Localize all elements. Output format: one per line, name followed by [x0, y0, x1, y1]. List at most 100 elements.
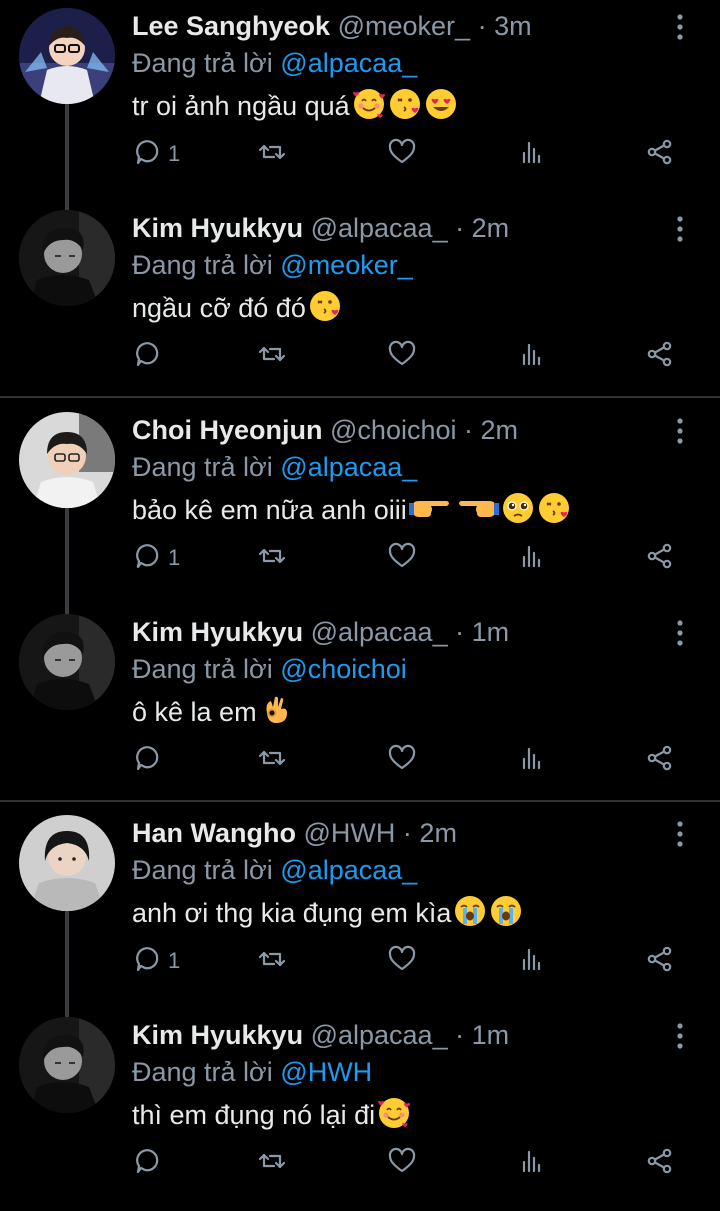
like-button[interactable] — [387, 134, 417, 174]
tweet[interactable]: Kim Hyukkyu @alpacaa_ · 1m Đang trả lời … — [0, 1009, 720, 1211]
reply-button[interactable] — [132, 740, 168, 780]
replying-to: Đang trả lời @alpacaa_ — [132, 450, 417, 484]
share-button[interactable] — [645, 538, 675, 578]
avatar[interactable] — [19, 210, 115, 306]
retweet-button[interactable] — [257, 1143, 287, 1183]
share-icon — [645, 541, 675, 576]
user-handle[interactable]: @meoker_ — [338, 11, 470, 41]
replying-to: Đang trả lời @alpacaa_ — [132, 853, 417, 887]
mention-link[interactable]: @alpacaa_ — [280, 452, 417, 482]
retweet-button[interactable] — [257, 336, 287, 376]
reply-button[interactable] — [132, 336, 168, 376]
display-name[interactable]: Choi Hyeonjun — [132, 415, 323, 445]
retweet-button[interactable] — [257, 740, 287, 780]
thread-connector-line — [65, 508, 69, 614]
kissing-heart-emoji — [535, 493, 571, 525]
share-button[interactable] — [645, 941, 675, 981]
like-button[interactable] — [387, 336, 417, 376]
analytics-button[interactable] — [517, 941, 547, 981]
avatar[interactable] — [19, 614, 115, 710]
analytics-button[interactable] — [517, 538, 547, 578]
display-name[interactable]: Lee Sanghyeok — [132, 11, 330, 41]
user-handle[interactable]: @alpacaa_ — [311, 213, 448, 243]
share-button[interactable] — [645, 1143, 675, 1183]
user-handle[interactable]: @choichoi — [330, 415, 456, 445]
more-options-icon[interactable] — [668, 618, 692, 648]
analytics-button[interactable] — [517, 134, 547, 174]
timestamp[interactable]: 1m — [472, 617, 510, 647]
reply-button[interactable]: 1 — [132, 134, 180, 174]
more-options-icon[interactable] — [668, 214, 692, 244]
timestamp[interactable]: 2m — [419, 818, 457, 848]
tweet-body: ô kê la em — [132, 697, 257, 727]
avatar[interactable] — [19, 1017, 115, 1113]
tweet[interactable]: Kim Hyukkyu @alpacaa_ · 2m Đang trả lời … — [0, 202, 720, 404]
timestamp[interactable]: 3m — [494, 11, 532, 41]
like-button[interactable] — [387, 538, 417, 578]
user-handle[interactable]: @alpacaa_ — [311, 1020, 448, 1050]
replying-to-label: Đang trả lời — [132, 1057, 273, 1087]
like-icon — [387, 137, 417, 172]
analytics-icon — [517, 944, 547, 979]
share-button[interactable] — [645, 134, 675, 174]
ok-hand-emoji — [257, 696, 293, 727]
mention-link[interactable]: @alpacaa_ — [280, 855, 417, 885]
analytics-icon — [517, 541, 547, 576]
retweet-icon — [257, 541, 287, 576]
more-options-icon[interactable] — [668, 819, 692, 849]
tweet[interactable]: Kim Hyukkyu @alpacaa_ · 1m Đang trả lời … — [0, 606, 720, 808]
retweet-button[interactable] — [257, 941, 287, 981]
avatar[interactable] — [19, 412, 115, 508]
replying-to-label: Đang trả lời — [132, 48, 273, 78]
replying-to: Đang trả lời @choichoi — [132, 652, 407, 686]
display-name[interactable]: Kim Hyukkyu — [132, 617, 303, 647]
user-handle[interactable]: @HWH — [304, 818, 396, 848]
retweet-button[interactable] — [257, 538, 287, 578]
retweet-button[interactable] — [257, 134, 287, 174]
tweet-text: anh ơi thg kia đụng em kìa — [132, 893, 523, 933]
tweet-actions — [132, 740, 692, 780]
analytics-button[interactable] — [517, 740, 547, 780]
display-name[interactable]: Han Wangho — [132, 818, 296, 848]
retweet-icon — [257, 339, 287, 374]
share-button[interactable] — [645, 740, 675, 780]
tweet-actions: 1 — [132, 538, 692, 578]
tweet[interactable]: Lee Sanghyeok @meoker_ · 3m Đang trả lời… — [0, 0, 720, 210]
tweet[interactable]: Choi Hyeonjun @choichoi · 2m Đang trả lờ… — [0, 404, 720, 614]
analytics-button[interactable] — [517, 1143, 547, 1183]
display-name[interactable]: Kim Hyukkyu — [132, 213, 303, 243]
share-button[interactable] — [645, 336, 675, 376]
like-icon — [387, 339, 417, 374]
mention-link[interactable]: @choichoi — [280, 654, 406, 684]
tweet[interactable]: Han Wangho @HWH · 2m Đang trả lời @alpac… — [0, 807, 720, 1017]
like-icon — [387, 743, 417, 778]
like-button[interactable] — [387, 941, 417, 981]
tweet-header: Kim Hyukkyu @alpacaa_ · 2m — [132, 212, 509, 244]
reply-button[interactable]: 1 — [132, 538, 180, 578]
analytics-button[interactable] — [517, 336, 547, 376]
timestamp[interactable]: 2m — [472, 213, 510, 243]
more-options-icon[interactable] — [668, 416, 692, 446]
reply-button[interactable]: 1 — [132, 941, 180, 981]
like-button[interactable] — [387, 1143, 417, 1183]
reply-button[interactable] — [132, 1143, 168, 1183]
display-name[interactable]: Kim Hyukkyu — [132, 1020, 303, 1050]
tweet-text: tr oi ảnh ngầu quá — [132, 86, 458, 126]
replying-to-label: Đang trả lời — [132, 250, 273, 280]
more-options-icon[interactable] — [668, 12, 692, 42]
mention-link[interactable]: @alpacaa_ — [280, 48, 417, 78]
avatar[interactable] — [19, 815, 115, 911]
timestamp[interactable]: 1m — [472, 1020, 510, 1050]
reply-thread: Lee Sanghyeok @meoker_ · 3m Đang trả lời… — [0, 0, 720, 404]
timestamp[interactable]: 2m — [481, 415, 519, 445]
kissing-heart-emoji — [306, 291, 342, 323]
tweet-header: Lee Sanghyeok @meoker_ · 3m — [132, 10, 532, 42]
pleading-face-emoji — [499, 493, 535, 525]
more-options-icon[interactable] — [668, 1021, 692, 1051]
like-button[interactable] — [387, 740, 417, 780]
mention-link[interactable]: @HWH — [280, 1057, 372, 1087]
retweet-icon — [257, 944, 287, 979]
user-handle[interactable]: @alpacaa_ — [311, 617, 448, 647]
mention-link[interactable]: @meoker_ — [280, 250, 412, 280]
avatar[interactable] — [19, 8, 115, 104]
